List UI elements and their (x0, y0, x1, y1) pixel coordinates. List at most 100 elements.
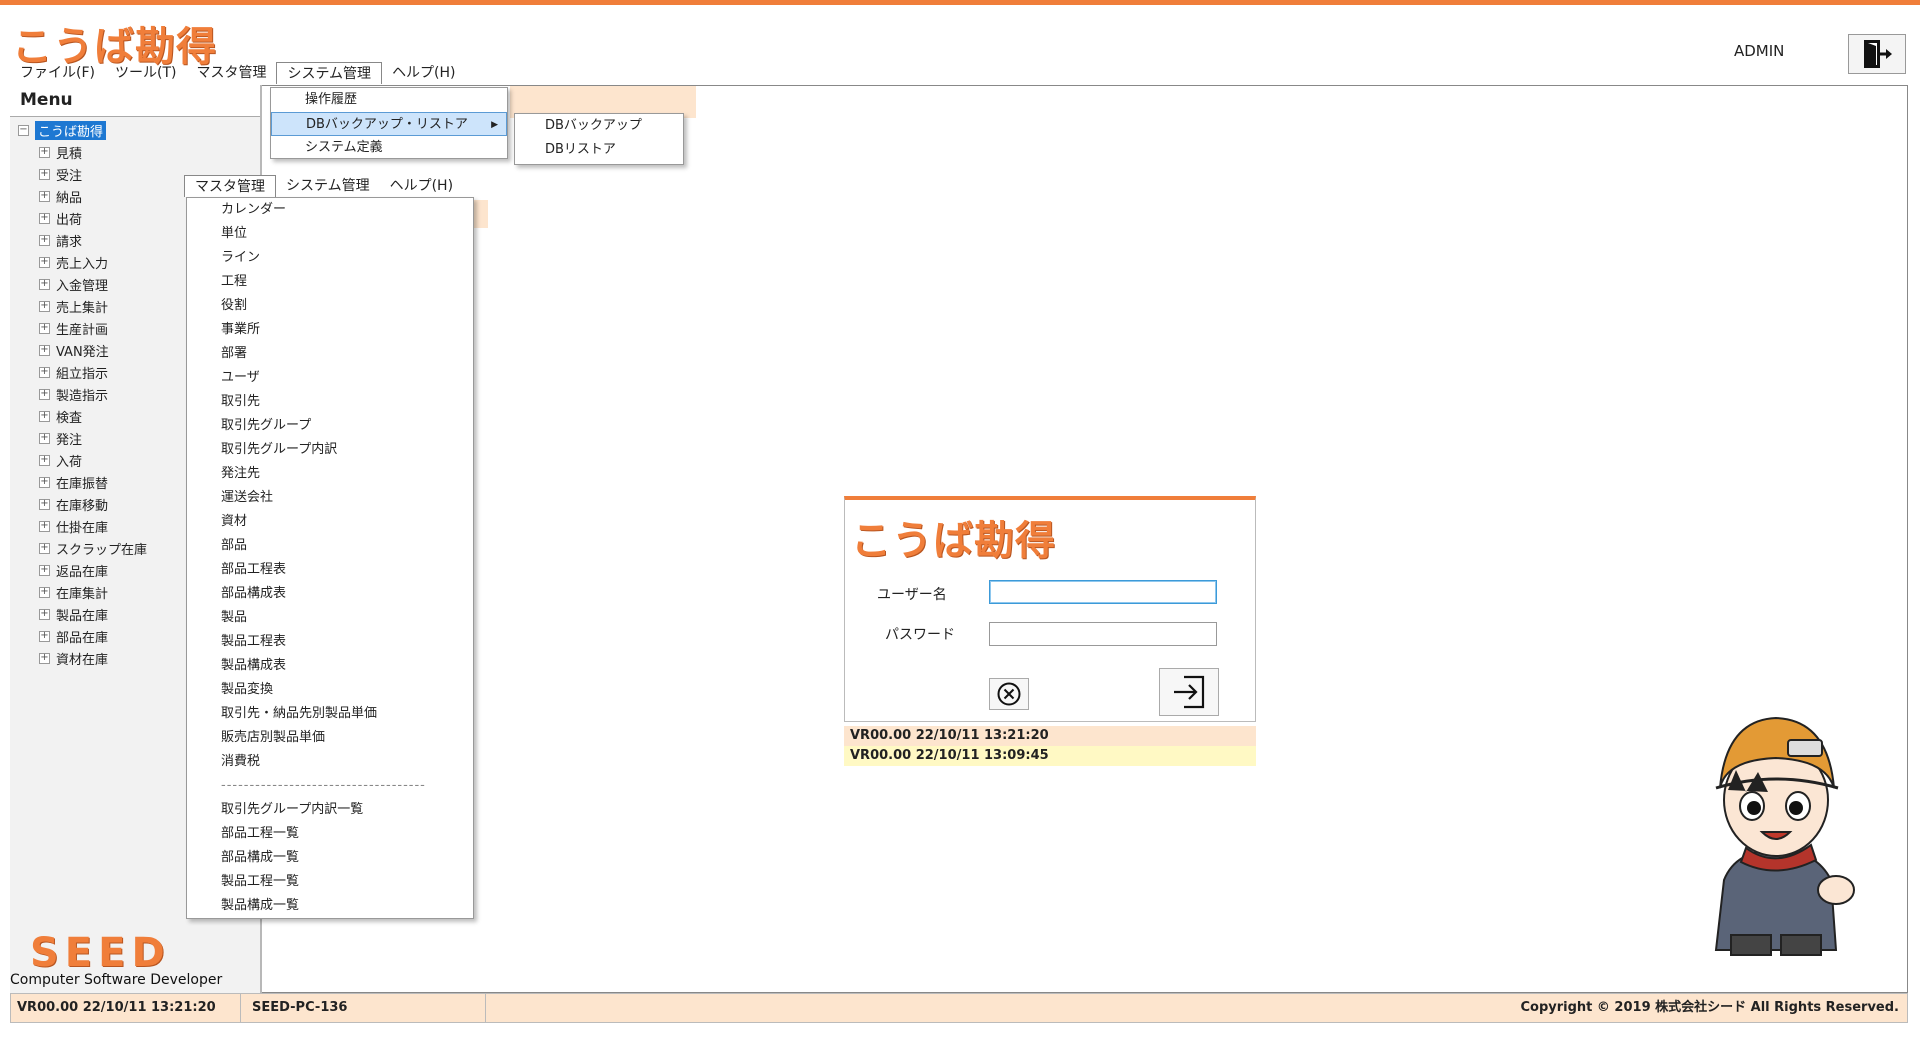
menu-item-db-backup[interactable]: DBバックアップ (515, 114, 683, 138)
top-accent-line (0, 0, 1920, 5)
expand-icon[interactable]: + (39, 256, 50, 268)
expand-icon[interactable]: + (39, 630, 50, 642)
expand-icon[interactable]: + (39, 190, 50, 202)
master-menu-item[interactable]: 役割 (187, 294, 473, 318)
master-menu-item[interactable]: 部品構成表 (187, 582, 473, 606)
master-menu-item[interactable]: 単位 (187, 222, 473, 246)
master-menu-item[interactable]: 資材 (187, 510, 473, 534)
collapse-icon[interactable]: − (18, 124, 29, 136)
seed-logo: SEED (30, 930, 171, 976)
menu-system[interactable]: システム管理 (276, 62, 383, 84)
menu-item-operation-history[interactable]: 操作履歴 (271, 88, 507, 112)
expand-icon[interactable]: + (39, 146, 50, 158)
master-menu-item[interactable]: カレンダー (187, 198, 473, 222)
master-menu-item[interactable]: 取引先グループ内訳一覧 (187, 798, 473, 822)
master-menu-item[interactable]: 取引先・納品先別製品単価 (187, 702, 473, 726)
expand-icon[interactable]: + (39, 322, 50, 334)
user-name: ADMIN (1734, 42, 1785, 60)
expand-icon[interactable]: + (39, 168, 50, 180)
menu-tools[interactable]: ツール(T) (105, 62, 186, 84)
master-menu-item[interactable]: 製品工程表 (187, 630, 473, 654)
expand-icon[interactable]: + (39, 564, 50, 576)
tree-item-label: 製造指示 (56, 388, 109, 404)
master-menu-item[interactable]: 製品構成一覧 (187, 894, 473, 918)
master-menu-item[interactable]: 事業所 (187, 318, 473, 342)
expand-icon[interactable]: + (39, 432, 50, 444)
submenu-arrow-icon: ▶ (491, 120, 498, 130)
expand-icon[interactable]: + (39, 520, 50, 532)
menu-item-system-definition[interactable]: システム定義 (271, 136, 507, 160)
master-menu-item[interactable]: 製品変換 (187, 678, 473, 702)
master-menu-item[interactable]: ユーザ (187, 366, 473, 390)
tree-item-label: 発注 (56, 432, 83, 448)
master-menu-item[interactable]: 部署 (187, 342, 473, 366)
username-input[interactable] (989, 580, 1217, 604)
expand-icon[interactable]: + (39, 542, 50, 554)
login-dialog: こうば勘得 ユーザー名 パスワード (844, 496, 1256, 722)
cancel-button[interactable] (989, 678, 1029, 710)
menu-separator: ------------------------------------ (221, 778, 426, 793)
expand-icon[interactable]: + (39, 454, 50, 466)
master-menu-item[interactable]: 販売店別製品単価 (187, 726, 473, 750)
tree-item-label: VAN発注 (56, 344, 109, 360)
menu-item-db-restore[interactable]: DBリストア (515, 138, 683, 162)
expand-icon[interactable]: + (39, 278, 50, 290)
master-menu-item[interactable]: 運送会社 (187, 486, 473, 510)
master-menu-item[interactable]: 製品 (187, 606, 473, 630)
expand-icon[interactable]: + (39, 410, 50, 422)
expand-icon[interactable]: + (39, 366, 50, 378)
login-button[interactable] (1159, 668, 1219, 716)
menu2-system[interactable]: システム管理 (276, 175, 380, 197)
main-menubar: ファイル(F) ツール(T) マスタ管理 システム管理 ヘルプ(H) (10, 62, 466, 84)
master-menu-item[interactable]: 部品 (187, 534, 473, 558)
menu-help[interactable]: ヘルプ(H) (382, 62, 465, 84)
expand-icon[interactable]: + (39, 388, 50, 400)
menu-master[interactable]: マスタ管理 (186, 62, 276, 84)
menu-file[interactable]: ファイル(F) (10, 62, 105, 84)
tree-item-label: 入金管理 (56, 278, 109, 294)
tree-item-label: 製品在庫 (56, 608, 109, 624)
login-logo: こうば勘得 (851, 518, 1056, 564)
status-bar: VR00.00 22/10/11 13:21:20 SEED-PC-136 Co… (10, 993, 1908, 1023)
password-input[interactable] (989, 622, 1217, 646)
menu-item-db-backup-restore[interactable]: DBバックアップ・リストア ▶ (271, 112, 507, 136)
expand-icon[interactable]: + (39, 652, 50, 664)
master-menu-item[interactable]: 部品工程一覧 (187, 822, 473, 846)
menu2-help[interactable]: ヘルプ(H) (379, 175, 464, 197)
tree-root[interactable]: − こうば勘得 (18, 119, 258, 141)
tree-item-label: 売上集計 (56, 300, 109, 316)
master-menu-item[interactable]: ライン (187, 246, 473, 270)
master-menu-item[interactable]: 製品構成表 (187, 654, 473, 678)
secondary-menubar: マスタ管理 システム管理 ヘルプ(H) (184, 175, 464, 197)
master-menu-item[interactable]: 工程 (187, 270, 473, 294)
master-menu-item[interactable]: 製品工程一覧 (187, 870, 473, 894)
tree-item-label: 在庫移動 (56, 498, 109, 514)
system-dropdown: 操作履歴 DBバックアップ・リストア ▶ システム定義 (270, 87, 508, 159)
master-menu-item[interactable]: 消費税 (187, 750, 473, 774)
master-menu-item[interactable]: 取引先グループ (187, 414, 473, 438)
expand-icon[interactable]: + (39, 212, 50, 224)
master-menu-item[interactable]: 取引先グループ内訳 (187, 438, 473, 462)
logout-button[interactable] (1848, 34, 1906, 74)
menu2-master[interactable]: マスタ管理 (184, 175, 276, 197)
tree-item-label: 納品 (56, 190, 83, 206)
tree-item-label: 売上入力 (56, 256, 109, 272)
expand-icon[interactable]: + (39, 476, 50, 488)
version-row: VR00.00 22/10/11 13:21:20 (844, 726, 1256, 746)
expand-icon[interactable]: + (39, 608, 50, 620)
expand-icon[interactable]: + (39, 300, 50, 312)
expand-icon[interactable]: + (39, 234, 50, 246)
tree-item-label: 見積 (56, 146, 83, 162)
master-menu-item[interactable]: 部品工程表 (187, 558, 473, 582)
expand-icon[interactable]: + (39, 586, 50, 598)
master-menu-item[interactable]: 発注先 (187, 462, 473, 486)
tree-item[interactable]: + 見積 (18, 141, 258, 163)
expand-icon[interactable]: + (39, 498, 50, 510)
expand-icon[interactable]: + (39, 344, 50, 356)
menu-item-label: DBバックアップ・リストア (306, 117, 468, 132)
status-version: VR00.00 22/10/11 13:21:20 (11, 994, 241, 1022)
tree-item-label: スクラップ在庫 (56, 542, 148, 558)
master-menu-item[interactable]: 部品構成一覧 (187, 846, 473, 870)
master-menu-item[interactable]: 取引先 (187, 390, 473, 414)
tree-item-label: 資材在庫 (56, 652, 109, 668)
